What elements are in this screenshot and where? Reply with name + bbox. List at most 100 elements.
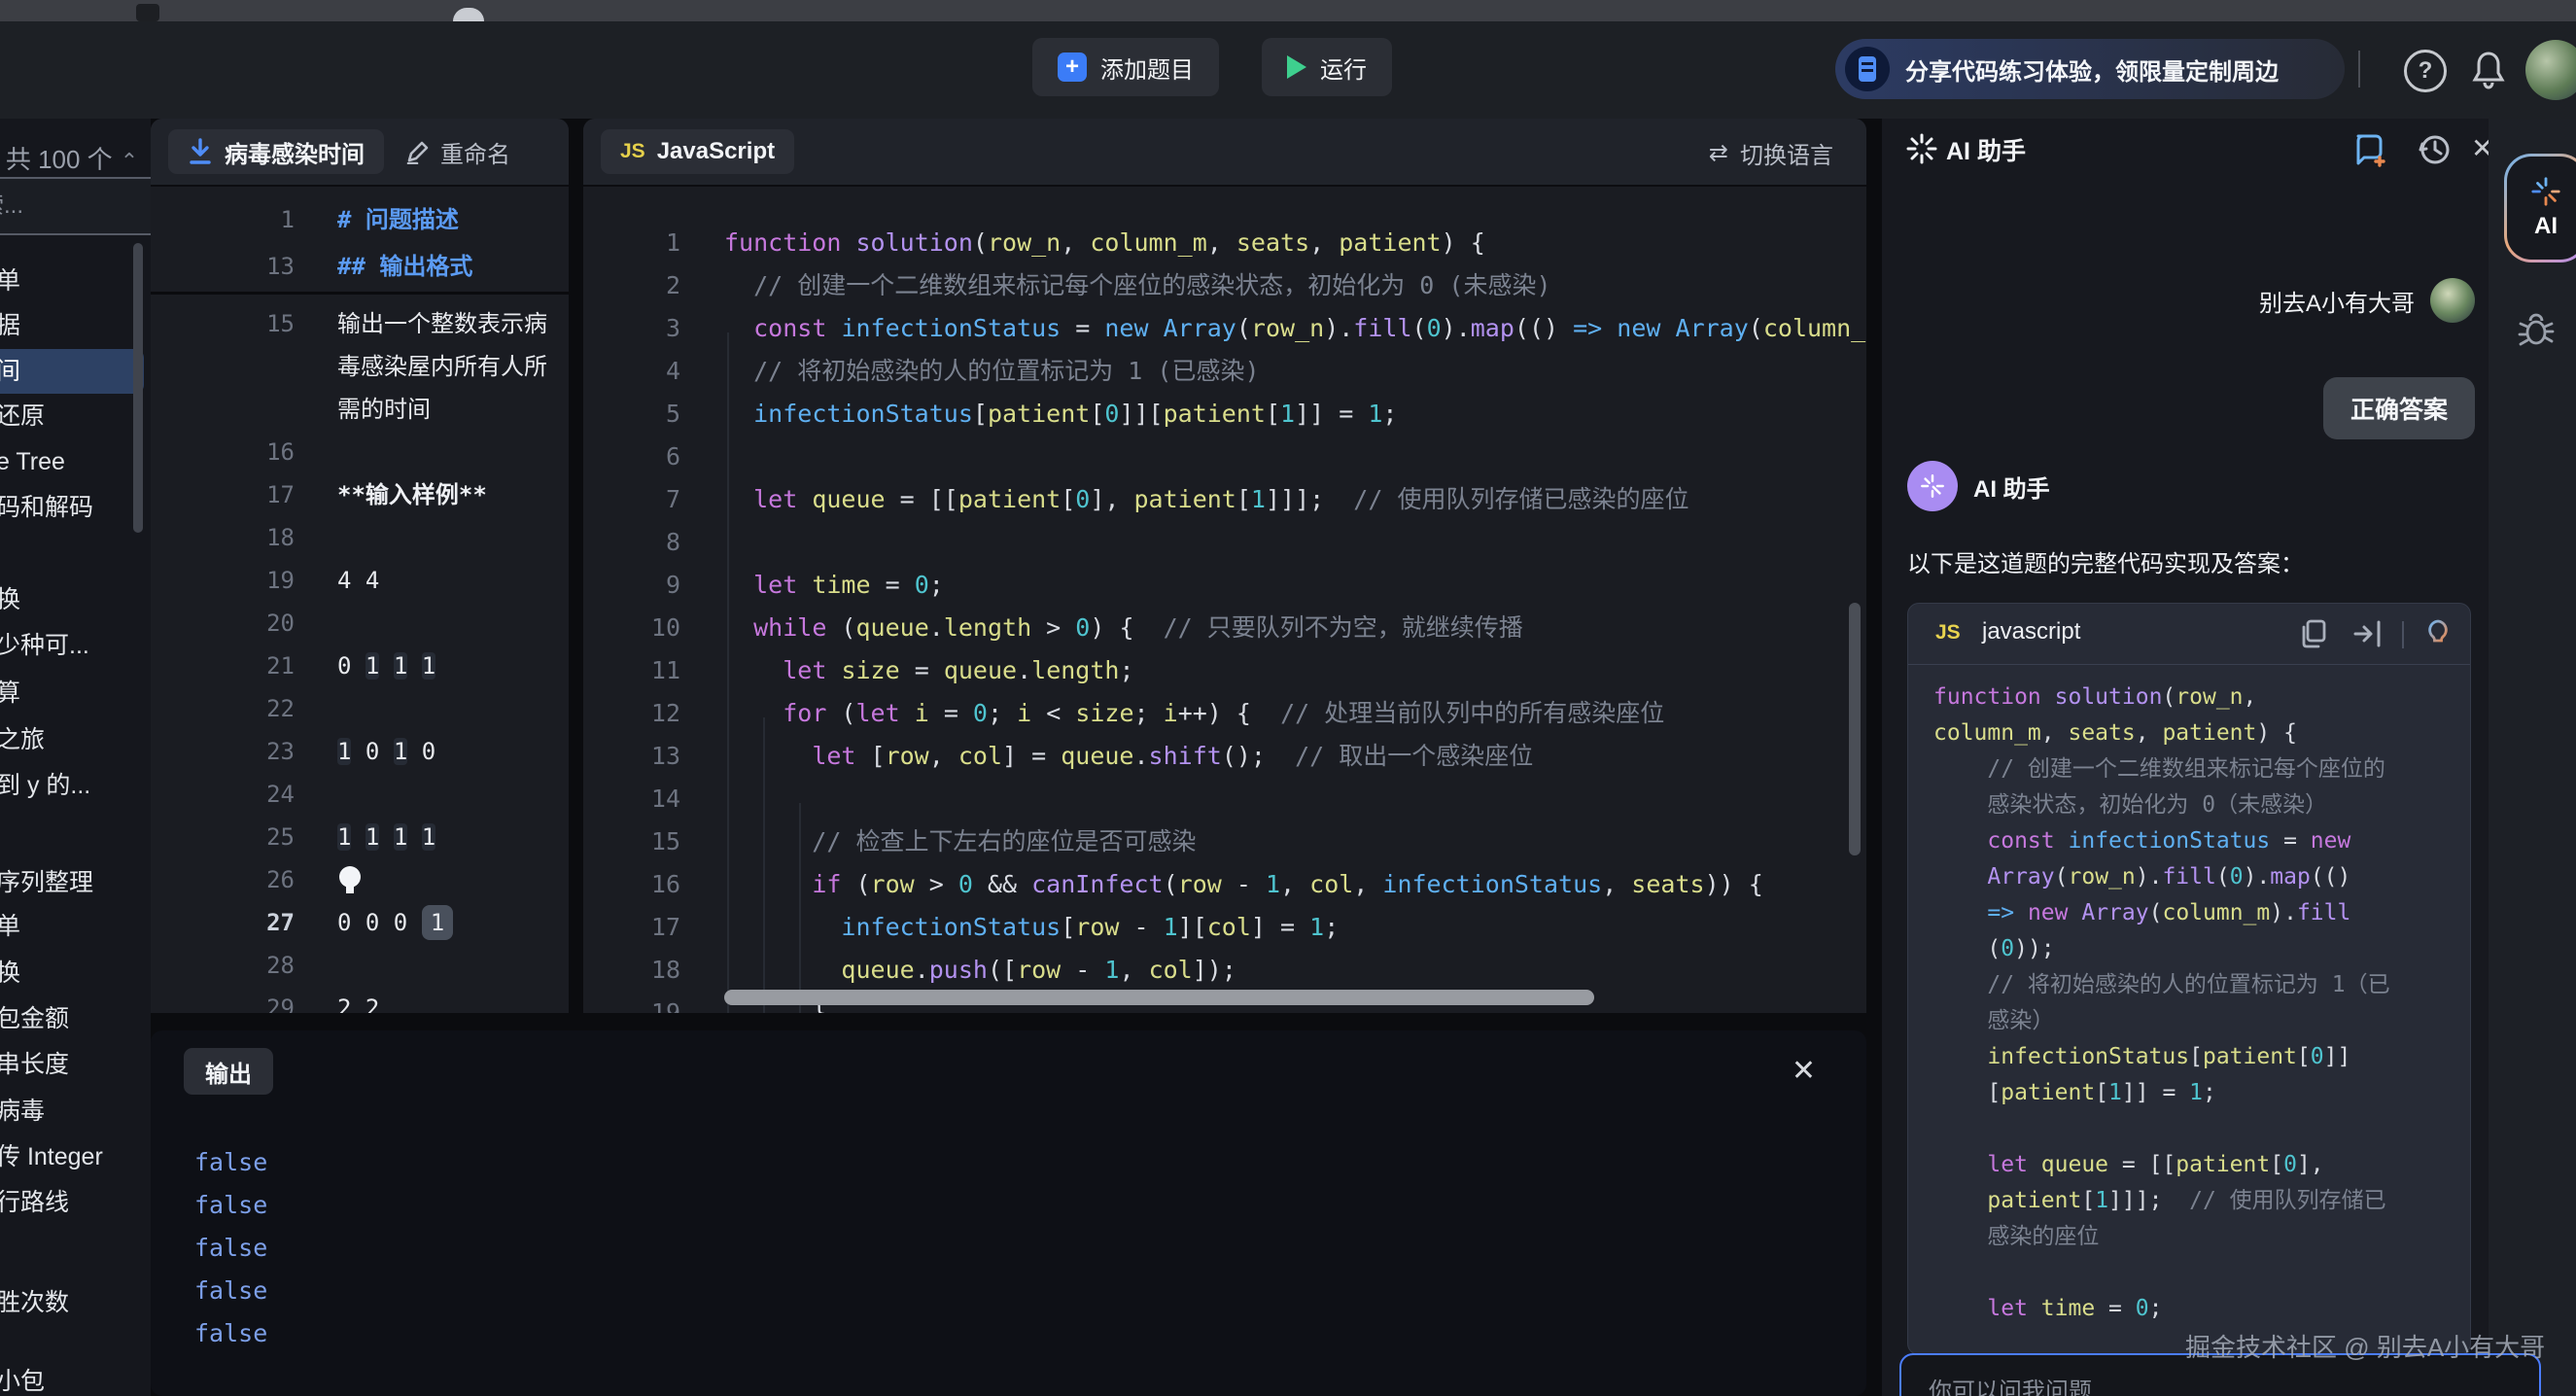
problem-panel-header: 病毒感染时间 重命名 — [151, 119, 569, 187]
sidebar-item[interactable]: 少种可... — [0, 623, 151, 668]
code-text: let time = 0; — [724, 564, 944, 607]
markdown-line[interactable]: 26 — [151, 858, 569, 901]
code-line[interactable]: 1function solution(row_n, column_m, seat… — [583, 222, 1866, 264]
code-line[interactable]: 8 — [583, 521, 1866, 564]
sidebar-item[interactable]: 包金额 — [0, 996, 151, 1041]
code-line[interactable]: 15 // 检查上下左右的座位是否可感染 — [583, 820, 1866, 863]
sidebar-item[interactable]: 据 — [0, 303, 151, 348]
sidebar-item[interactable]: 胜次数 — [0, 1280, 151, 1325]
ai-code-line: // 创建一个二维数组来标记每个座位的 — [1933, 751, 2445, 787]
vertical-scrollbar[interactable] — [1849, 603, 1861, 855]
add-question-button[interactable]: + 添加题目 — [1032, 38, 1219, 96]
code-line[interactable]: 13 let [row, col] = queue.shift(); // 取出… — [583, 735, 1866, 778]
help-icon[interactable]: ? — [2404, 50, 2447, 92]
sidebar-item[interactable]: 换 — [0, 577, 151, 622]
sidebar-item[interactable]: 单 — [0, 259, 151, 303]
markdown-line[interactable]: 20 — [151, 602, 569, 645]
switch-language-button[interactable]: ⇄ 切换语言 — [1709, 134, 1833, 171]
close-icon[interactable]: ✕ — [1792, 1054, 1816, 1088]
close-icon[interactable]: ✕ — [2471, 132, 2489, 164]
code-line[interactable]: 17 infectionStatus[row - 1][col] = 1; — [583, 906, 1866, 949]
run-button[interactable]: 运行 — [1262, 38, 1392, 96]
markdown-line[interactable]: 251 1 1 1 — [151, 816, 569, 858]
markdown-line[interactable]: 16 — [151, 431, 569, 473]
code-token — [724, 656, 783, 684]
sidebar-item[interactable]: 小包 — [0, 1359, 151, 1396]
code-editor[interactable]: 1function solution(row_n, column_m, seat… — [583, 187, 1866, 1013]
bell-icon[interactable] — [2469, 48, 2508, 95]
sidebar-item[interactable]: 单 — [0, 904, 151, 949]
line-number: 15 — [151, 302, 337, 431]
markdown-line[interactable]: 292 2 — [151, 987, 569, 1013]
sidebar-item[interactable]: e Tree — [0, 439, 151, 484]
sidebar-item[interactable]: 到 y 的... — [0, 763, 151, 808]
output-tab[interactable]: 输出 — [184, 1048, 273, 1095]
sidebar-item[interactable]: 串长度 — [0, 1042, 151, 1087]
sidebar-item[interactable]: 码和解码 — [0, 485, 151, 530]
sidebar-item[interactable]: 间 — [0, 349, 144, 394]
sidebar-item[interactable]: 传 Integer — [0, 1134, 151, 1179]
markdown-text: 输出一个整数表示病毒感染屋内所有人所需的时间 — [337, 302, 569, 431]
language-tab[interactable]: JS JavaScript — [601, 129, 794, 174]
code-line[interactable]: 16 if (row > 0 && canInfect(row - 1, col… — [583, 863, 1866, 906]
copy-icon[interactable] — [2297, 617, 2330, 655]
line-number: 19 — [151, 559, 337, 602]
search-input[interactable] — [0, 177, 151, 235]
code-token: ). — [2136, 864, 2163, 890]
sidebar-item[interactable]: 序列整理 — [0, 860, 151, 905]
rename-button[interactable]: 重命名 — [405, 129, 510, 174]
markdown-line[interactable]: 1# 问题描述 — [151, 196, 569, 243]
markdown-line[interactable]: 22 — [151, 687, 569, 730]
code-line[interactable]: 4 // 将初始感染的人的位置标记为 1 (已感染) — [583, 350, 1866, 393]
markdown-line[interactable]: 15输出一个整数表示病毒感染屋内所有人所需的时间 — [151, 302, 569, 431]
markdown-line[interactable]: 24 — [151, 773, 569, 816]
problem-title-tab[interactable]: 病毒感染时间 — [168, 129, 384, 174]
ai-assistant-toggle[interactable]: AI — [2504, 154, 2576, 262]
insert-code-icon[interactable] — [2351, 617, 2385, 655]
horizontal-scrollbar[interactable] — [724, 990, 1594, 1005]
lightbulb-icon[interactable] — [339, 866, 361, 888]
user-avatar[interactable] — [2525, 40, 2576, 100]
code-line[interactable]: 6 — [583, 436, 1866, 478]
markdown-line[interactable]: 17**输入样例** — [151, 473, 569, 516]
code-token: new — [1617, 314, 1660, 342]
code-line[interactable]: 9 let time = 0; — [583, 564, 1866, 607]
code-line[interactable]: 14 — [583, 778, 1866, 820]
sidebar-item[interactable]: 算 — [0, 671, 151, 715]
code-line[interactable]: 2 // 创建一个二维数组来标记每个座位的感染状态，初始化为 0 (未感染) — [583, 264, 1866, 307]
code-token: )); — [2014, 936, 2055, 961]
code-token: infectionStatus — [1987, 1044, 2189, 1069]
code-line[interactable]: 10 while (queue.length > 0) { // 只要队列不为空… — [583, 607, 1866, 649]
ai-lightbulb-icon[interactable] — [2421, 617, 2454, 655]
markdown-line[interactable]: 210 1 1 1 — [151, 645, 569, 687]
markdown-line[interactable]: 194 4 — [151, 559, 569, 602]
sidebar-scrollbar[interactable] — [133, 243, 143, 533]
bug-icon[interactable] — [2518, 309, 2555, 353]
sidebar-item[interactable]: 之旅 — [0, 717, 151, 762]
code-line[interactable]: 7 let queue = [[patient[0], patient[1]]]… — [583, 478, 1866, 521]
sidebar-item[interactable]: 病毒 — [0, 1089, 151, 1134]
markdown-editor[interactable]: 1# 问题描述13## 输出格式 15输出一个整数表示病毒感染屋内所有人所需的时间… — [151, 187, 569, 1013]
markdown-line[interactable]: 231 0 1 0 — [151, 730, 569, 773]
chevron-up-icon[interactable]: ⌃ — [121, 149, 138, 173]
markdown-line[interactable]: 13## 输出格式 — [151, 243, 569, 290]
line-number: 27 — [151, 901, 337, 944]
code-token: < — [1031, 699, 1075, 727]
history-icon[interactable] — [2415, 130, 2454, 174]
sidebar-item[interactable]: 行路线 — [0, 1180, 151, 1225]
code-line[interactable]: 11 let size = queue.length; — [583, 649, 1866, 692]
code-line[interactable]: 3 const infectionStatus = new Array(row_… — [583, 307, 1866, 350]
code-line[interactable]: 12 for (let i = 0; i < size; i++) { // 处… — [583, 692, 1866, 735]
markdown-line[interactable]: 18 — [151, 516, 569, 559]
markdown-line[interactable]: 28 — [151, 944, 569, 987]
promo-banner[interactable]: 分享代码练习体验，领限量定制周边 — [1835, 39, 2345, 99]
code-text: queue.push([row - 1, col]); — [724, 949, 1236, 992]
markdown-line[interactable]: 270 0 0 1 — [151, 901, 569, 944]
code-line[interactable]: 18 queue.push([row - 1, col]); — [583, 949, 1866, 992]
markdown-text: 0 1 1 1 — [337, 645, 569, 687]
code-line[interactable]: 5 infectionStatus[patient[0]][patient[1]… — [583, 393, 1866, 436]
sidebar-item[interactable]: 还原 — [0, 394, 151, 438]
new-chat-icon[interactable] — [2350, 130, 2389, 174]
user-avatar[interactable] — [2430, 278, 2475, 323]
sidebar-item[interactable]: 换 — [0, 951, 151, 995]
